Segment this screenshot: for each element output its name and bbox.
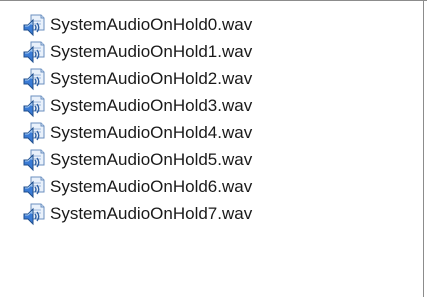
- file-name: SystemAudioOnHold7.wav: [50, 204, 253, 223]
- file-name: SystemAudioOnHold3.wav: [50, 96, 253, 115]
- audio-file-icon: [22, 40, 46, 64]
- audio-file-icon: [22, 202, 46, 226]
- file-item[interactable]: SystemAudioOnHold1.wav: [22, 38, 252, 65]
- audio-file-icon: [22, 94, 46, 118]
- file-item[interactable]: SystemAudioOnHold4.wav: [22, 119, 252, 146]
- audio-file-icon: [22, 67, 46, 91]
- file-name: SystemAudioOnHold2.wav: [50, 69, 253, 88]
- audio-file-icon: [22, 121, 46, 145]
- file-name: SystemAudioOnHold5.wav: [50, 150, 253, 169]
- audio-file-icon: [22, 175, 46, 199]
- file-item[interactable]: SystemAudioOnHold0.wav: [22, 11, 252, 38]
- file-name: SystemAudioOnHold6.wav: [50, 177, 253, 196]
- file-list: SystemAudioOnHold0.wav SystemAudioOnHold…: [22, 11, 252, 227]
- file-list-pane: SystemAudioOnHold0.wav SystemAudioOnHold…: [0, 0, 427, 297]
- pane-top-border: [0, 0, 427, 1]
- pane-right-border: [423, 0, 424, 297]
- file-item[interactable]: SystemAudioOnHold7.wav: [22, 200, 252, 227]
- file-item[interactable]: SystemAudioOnHold6.wav: [22, 173, 252, 200]
- file-name: SystemAudioOnHold0.wav: [50, 15, 253, 34]
- file-name: SystemAudioOnHold1.wav: [50, 42, 253, 61]
- file-item[interactable]: SystemAudioOnHold5.wav: [22, 146, 252, 173]
- file-item[interactable]: SystemAudioOnHold3.wav: [22, 92, 252, 119]
- file-name: SystemAudioOnHold4.wav: [50, 123, 253, 142]
- audio-file-icon: [22, 13, 46, 37]
- audio-file-icon: [22, 148, 46, 172]
- file-item[interactable]: SystemAudioOnHold2.wav: [22, 65, 252, 92]
